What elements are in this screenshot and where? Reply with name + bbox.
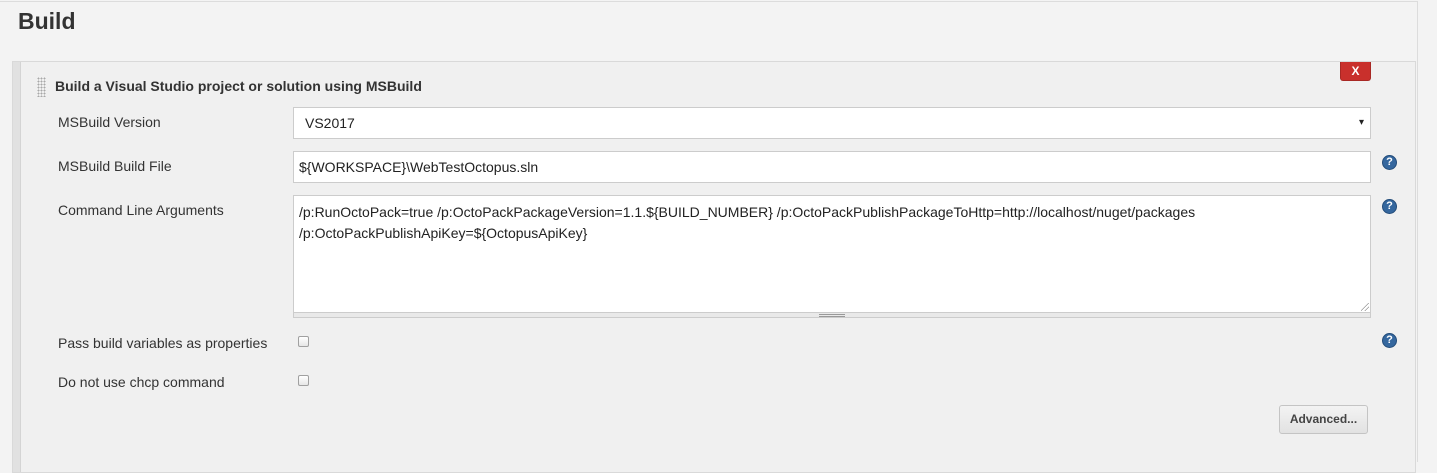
drag-handle-icon[interactable] — [37, 77, 46, 97]
msbuild-build-file-input[interactable]: ${WORKSPACE}\WebTestOctopus.sln — [293, 151, 1371, 183]
help-icon[interactable]: ? — [1382, 199, 1397, 214]
build-step-panel: Build a Visual Studio project or solutio… — [12, 61, 1416, 473]
msbuild-build-file-label: MSBuild Build File — [58, 158, 172, 174]
command-line-arguments-textarea[interactable]: /p:RunOctoPack=true /p:OctoPackPackageVe… — [293, 195, 1371, 313]
top-divider — [0, 1, 1418, 2]
right-divider — [1417, 1, 1418, 462]
msbuild-version-label: MSBuild Version — [58, 114, 161, 130]
command-line-arguments-line-1: /p:RunOctoPack=true /p:OctoPackPackageVe… — [299, 204, 1196, 220]
no-chcp-checkbox[interactable] — [298, 375, 309, 386]
resize-grip-icon — [819, 314, 845, 317]
msbuild-version-value: VS2017 — [305, 115, 355, 131]
section-title: Build — [18, 8, 76, 34]
pass-build-variables-label: Pass build variables as properties — [58, 335, 268, 351]
delete-step-button[interactable]: X — [1340, 62, 1371, 81]
resize-corner-icon[interactable] — [1361, 303, 1369, 311]
pass-build-variables-checkbox[interactable] — [298, 336, 309, 347]
help-icon[interactable]: ? — [1382, 333, 1397, 348]
no-chcp-label: Do not use chcp command — [58, 374, 225, 390]
command-line-arguments-line-2: /p:OctoPackPublishApiKey=${OctopusApiKey… — [299, 225, 588, 241]
textarea-resize-bar[interactable] — [293, 313, 1371, 318]
msbuild-version-select[interactable]: VS2017 ▾ — [293, 107, 1371, 139]
chevron-down-icon: ▾ — [1358, 117, 1364, 128]
panel-left-bar — [13, 62, 21, 472]
build-step-title: Build a Visual Studio project or solutio… — [55, 78, 422, 94]
command-line-arguments-label: Command Line Arguments — [58, 202, 224, 218]
advanced-button[interactable]: Advanced... — [1279, 405, 1368, 434]
help-icon[interactable]: ? — [1382, 155, 1397, 170]
